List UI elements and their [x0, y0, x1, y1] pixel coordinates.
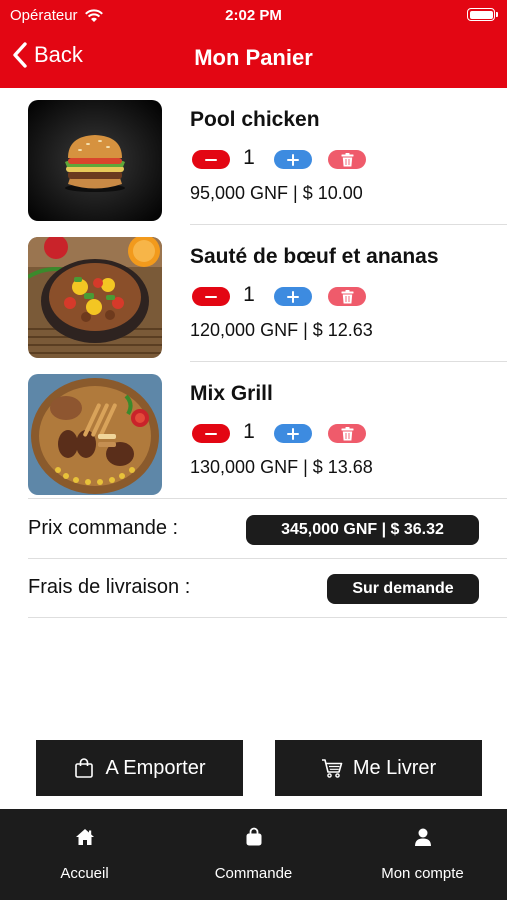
product-image [28, 237, 162, 358]
quantity-stepper: 1 [190, 283, 370, 307]
delete-button[interactable] [328, 424, 366, 443]
tab-bar: Accueil Commande Mon compte [0, 809, 507, 900]
decrease-button[interactable] [192, 150, 230, 169]
item-name: Pool chicken [190, 108, 320, 131]
trash-icon [341, 152, 353, 166]
quantity-stepper: 1 [190, 420, 370, 444]
plus-icon [287, 153, 299, 166]
item-price: 120,000 GNF | $ 12.63 [190, 320, 373, 340]
order-price-badge: 345,000 GNF | $ 36.32 [246, 515, 479, 545]
product-image [28, 100, 162, 221]
tab-account[interactable]: Mon compte [338, 809, 507, 900]
item-quantity: 1 [243, 420, 255, 443]
bag-icon [246, 827, 261, 846]
tab-orders[interactable]: Commande [169, 809, 338, 900]
cart-item: Mix Grill 1 130,000 GNF | $ 13.68 [0, 362, 507, 499]
delivery-fee-label: Frais de livraison : [28, 576, 191, 598]
tab-label: Commande [214, 865, 293, 882]
takeaway-label: A Emporter [105, 756, 206, 779]
cart-item: Sauté de bœuf et ananas 1 120,000 GNF | … [0, 225, 507, 362]
item-price: 95,000 GNF | $ 10.00 [190, 183, 363, 203]
decrease-button[interactable] [192, 287, 230, 306]
delivery-fee-row: Frais de livraison : Sur demande [28, 559, 507, 618]
delete-button[interactable] [328, 150, 366, 169]
increase-button[interactable] [274, 424, 312, 443]
item-name: Sauté de bœuf et ananas [190, 245, 439, 268]
tab-label: Mon compte [381, 865, 464, 882]
shopping-bag-icon [75, 758, 94, 778]
minus-icon [205, 158, 217, 161]
item-quantity: 1 [243, 146, 255, 169]
increase-button[interactable] [274, 150, 312, 169]
cart-icon [321, 759, 343, 778]
cart-item: Pool chicken 1 95,000 GNF | $ 10.00 [0, 88, 507, 225]
page-title: Mon Panier [194, 45, 313, 70]
increase-button[interactable] [274, 287, 312, 306]
tab-label: Accueil [60, 865, 109, 882]
order-price-row: Prix commande : 345,000 GNF | $ 36.32 [28, 500, 507, 559]
status-time: 2:02 PM [225, 7, 282, 24]
trash-icon [341, 289, 353, 303]
status-bar: Opérateur 2:02 PM [0, 0, 507, 30]
trash-icon [341, 426, 353, 440]
minus-icon [205, 432, 217, 435]
divider [28, 617, 507, 618]
nav-bar: Back Mon Panier [0, 36, 507, 80]
battery-icon [467, 8, 498, 21]
takeaway-button[interactable]: A Emporter [36, 740, 243, 796]
order-price-label: Prix commande : [28, 517, 179, 539]
quantity-stepper: 1 [190, 146, 370, 170]
user-icon [414, 828, 431, 846]
minus-icon [205, 295, 217, 298]
decrease-button[interactable] [192, 424, 230, 443]
plus-icon [287, 427, 299, 440]
item-name: Mix Grill [190, 382, 273, 405]
delete-button[interactable] [328, 287, 366, 306]
item-quantity: 1 [243, 283, 255, 306]
app-header: Opérateur 2:02 PM Back Mon Panier [0, 0, 507, 88]
plus-icon [287, 290, 299, 303]
deliver-label: Me Livrer [352, 756, 437, 779]
delivery-fee-badge: Sur demande [327, 574, 479, 604]
product-image [28, 374, 162, 495]
item-price: 130,000 GNF | $ 13.68 [190, 457, 373, 477]
divider [28, 498, 507, 499]
home-icon [75, 829, 94, 845]
deliver-button[interactable]: Me Livrer [275, 740, 482, 796]
tab-home[interactable]: Accueil [0, 809, 169, 900]
